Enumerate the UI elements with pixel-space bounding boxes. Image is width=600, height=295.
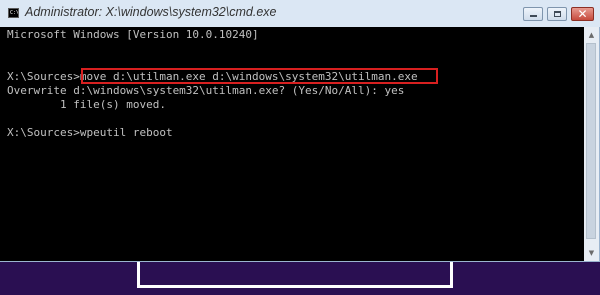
- scroll-up-icon[interactable]: ▲: [584, 28, 599, 42]
- window-title: Administrator: X:\windows\system32\cmd.e…: [25, 5, 277, 19]
- maximize-icon: [554, 11, 561, 17]
- minimize-icon: [530, 15, 537, 17]
- console-line-version: Microsoft Windows [Version 10.0.10240]: [7, 28, 259, 41]
- vertical-scrollbar[interactable]: ▲ ▼: [584, 27, 599, 261]
- maximize-button[interactable]: [547, 7, 567, 21]
- console-line-files-moved: 1 file(s) moved.: [7, 98, 166, 111]
- cmd-app-icon: C:\: [8, 8, 19, 18]
- console-line-move-command: X:\Sources>move d:\utilman.exe d:\window…: [7, 70, 418, 83]
- scroll-down-icon[interactable]: ▼: [584, 246, 599, 260]
- scroll-thumb[interactable]: [586, 43, 596, 239]
- close-icon: ✕: [577, 7, 588, 21]
- setup-window-frame: [137, 262, 453, 288]
- minimize-button[interactable]: [523, 7, 543, 21]
- console-output[interactable]: Microsoft Windows [Version 10.0.10240] X…: [0, 27, 584, 261]
- title-bar[interactable]: C:\ Administrator: X:\windows\system32\c…: [0, 0, 600, 27]
- console-line-reboot-command: X:\Sources>wpeutil reboot: [7, 126, 173, 139]
- close-button[interactable]: ✕: [571, 7, 594, 21]
- cmd-window: C:\ Administrator: X:\windows\system32\c…: [0, 0, 600, 262]
- console-line-overwrite-prompt: Overwrite d:\windows\system32\utilman.ex…: [7, 84, 405, 97]
